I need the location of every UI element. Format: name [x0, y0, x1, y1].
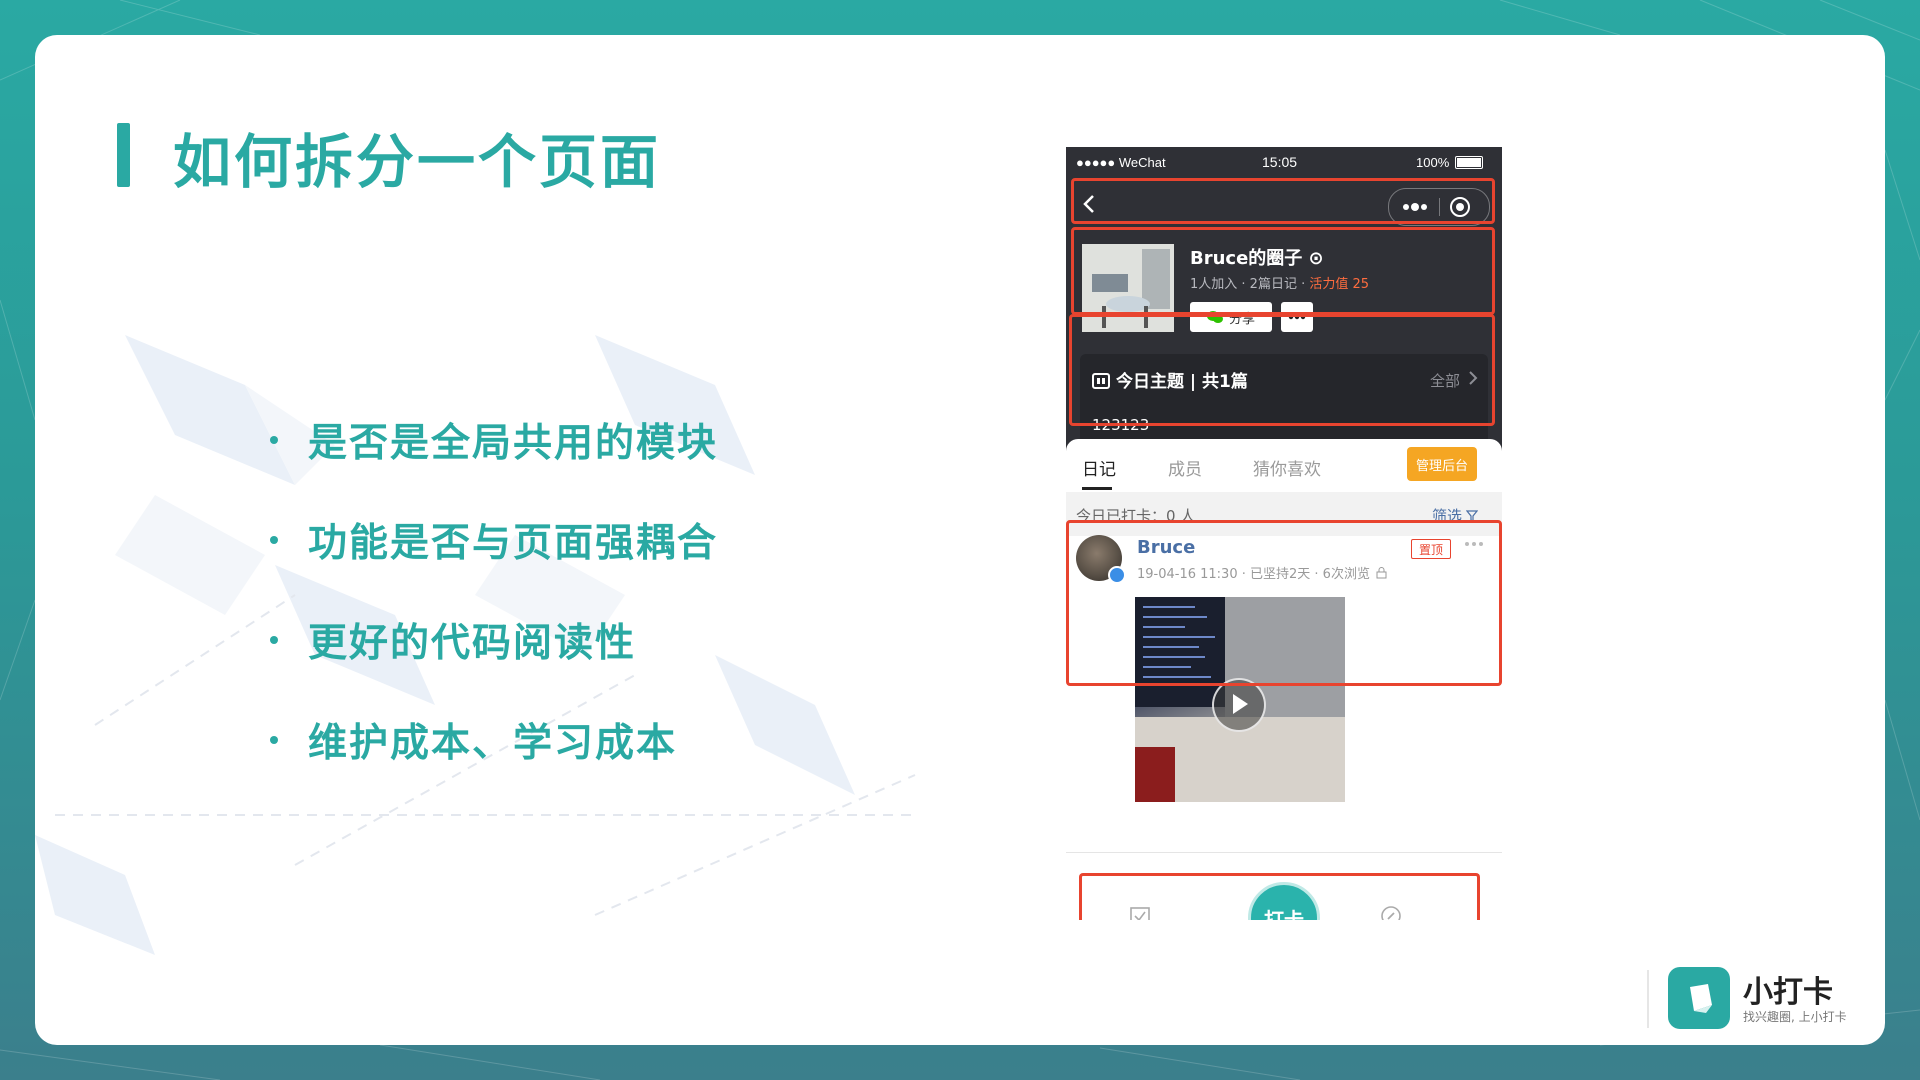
phone-screenshot: ●●●●● WeChat 15:05 100% Bruce的圈子 ⊙ 1人加入 … [1066, 147, 1502, 920]
status-bar: ●●●●● WeChat 15:05 100% [1066, 147, 1502, 177]
highlight-topic [1069, 314, 1495, 426]
title-accent-bar [117, 123, 130, 187]
bullet-text: 更好的代码阅读性 [308, 621, 637, 666]
slide-card: 如何拆分一个页面 是否是全局共用的模块 功能是否与页面强耦合 更好的代码阅读性 … [35, 35, 1885, 1045]
highlight-post [1066, 520, 1502, 686]
bullet-item: 是否是全局共用的模块 [270, 390, 718, 490]
bullet-dot-icon [270, 636, 278, 644]
battery-percent: 100% [1416, 155, 1450, 170]
slide-title: 如何拆分一个页面 [173, 128, 662, 196]
brand-slogan: 找兴趣圈, 上小打卡 [1743, 1010, 1847, 1024]
tab-diary[interactable]: 日记 [1082, 455, 1116, 480]
highlight-tabbar [1079, 873, 1480, 920]
bullet-item: 更好的代码阅读性 [270, 590, 718, 690]
brand-name: 小打卡 [1743, 975, 1833, 1010]
brand-logo-icon [1668, 967, 1730, 1029]
status-time: 15:05 [1262, 154, 1298, 170]
bullet-dot-icon [270, 436, 278, 444]
bullet-dot-icon [270, 536, 278, 544]
highlight-navbar [1071, 178, 1495, 224]
tab-bar-top: 日记 成员 猜你喜欢 管理后台 [1066, 439, 1502, 492]
carrier-label: ●●●●● WeChat [1076, 155, 1166, 170]
bullet-list: 是否是全局共用的模块 功能是否与页面强耦合 更好的代码阅读性 维护成本、学习成本 [270, 390, 718, 790]
battery-icon [1455, 156, 1483, 169]
bullet-text: 是否是全局共用的模块 [308, 421, 719, 466]
bullet-text: 功能是否与页面强耦合 [308, 521, 719, 566]
bullet-text: 维护成本、学习成本 [308, 721, 678, 766]
tab-recommend[interactable]: 猜你喜欢 [1253, 455, 1321, 480]
highlight-group-info [1071, 227, 1495, 315]
brand-divider [1647, 970, 1649, 1028]
bullet-item: 维护成本、学习成本 [270, 690, 718, 790]
play-icon[interactable] [1212, 678, 1266, 732]
active-tab-indicator [1082, 487, 1112, 490]
admin-button[interactable]: 管理后台 [1407, 447, 1477, 481]
tab-members[interactable]: 成员 [1168, 455, 1202, 480]
bullet-item: 功能是否与页面强耦合 [270, 490, 718, 590]
bullet-dot-icon [270, 736, 278, 744]
